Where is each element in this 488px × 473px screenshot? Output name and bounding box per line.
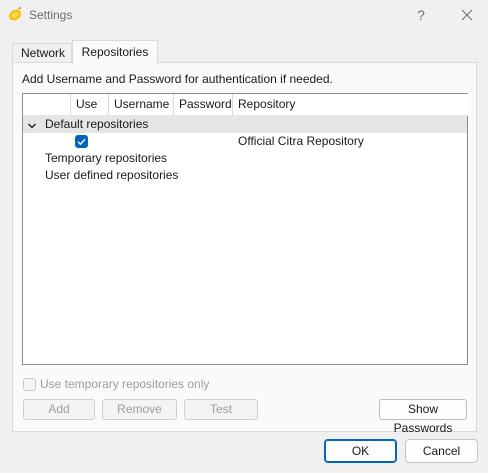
tab-network[interactable]: Network <box>12 43 72 63</box>
tree-group-label: User defined repositories <box>45 168 179 182</box>
help-button[interactable]: ? <box>408 3 434 27</box>
checkmark-icon <box>77 138 86 146</box>
test-button[interactable]: Test <box>184 399 258 420</box>
add-button[interactable]: Add <box>23 399 95 420</box>
use-checkbox[interactable] <box>75 135 88 148</box>
column-header-tree[interactable] <box>23 94 71 116</box>
repository-tree[interactable]: Use Username Password Repository Default… <box>22 93 468 365</box>
tree-row-default-repositories[interactable]: Default repositories <box>23 116 467 133</box>
tree-row-temporary-repositories[interactable]: Temporary repositories <box>23 150 467 167</box>
citra-lemon-icon <box>7 6 23 22</box>
close-icon <box>461 9 473 21</box>
remove-button[interactable]: Remove <box>102 399 177 420</box>
column-header-use[interactable]: Use <box>71 94 109 116</box>
window-title: Settings <box>29 8 73 22</box>
column-header-repository[interactable]: Repository <box>233 94 468 116</box>
auth-hint-label: Add Username and Password for authentica… <box>22 72 333 86</box>
ok-button[interactable]: OK <box>324 439 397 463</box>
tree-group-label: Temporary repositories <box>45 151 168 165</box>
tab-repositories[interactable]: Repositories <box>72 40 158 64</box>
show-passwords-button[interactable]: Show Passwords <box>379 399 467 435</box>
cancel-button[interactable]: Cancel <box>405 439 478 463</box>
tree-row-official-repository[interactable]: Official Citra Repository <box>23 133 467 150</box>
close-button[interactable] <box>454 3 480 27</box>
tree-row-user-defined-repositories[interactable]: User defined repositories <box>23 167 467 184</box>
title-bar: Settings ? <box>0 0 488 31</box>
repositories-panel: Add Username and Password for authentica… <box>12 62 477 435</box>
temporary-only-label: Use temporary repositories only <box>40 377 210 391</box>
chevron-down-icon[interactable] <box>27 119 37 129</box>
tree-group-label: Default repositories <box>45 117 149 131</box>
temporary-only-checkbox[interactable] <box>23 378 36 391</box>
column-header-username[interactable]: Username <box>109 94 174 116</box>
column-header-password[interactable]: Password <box>174 94 233 116</box>
repository-name-cell: Official Citra Repository <box>238 134 364 148</box>
